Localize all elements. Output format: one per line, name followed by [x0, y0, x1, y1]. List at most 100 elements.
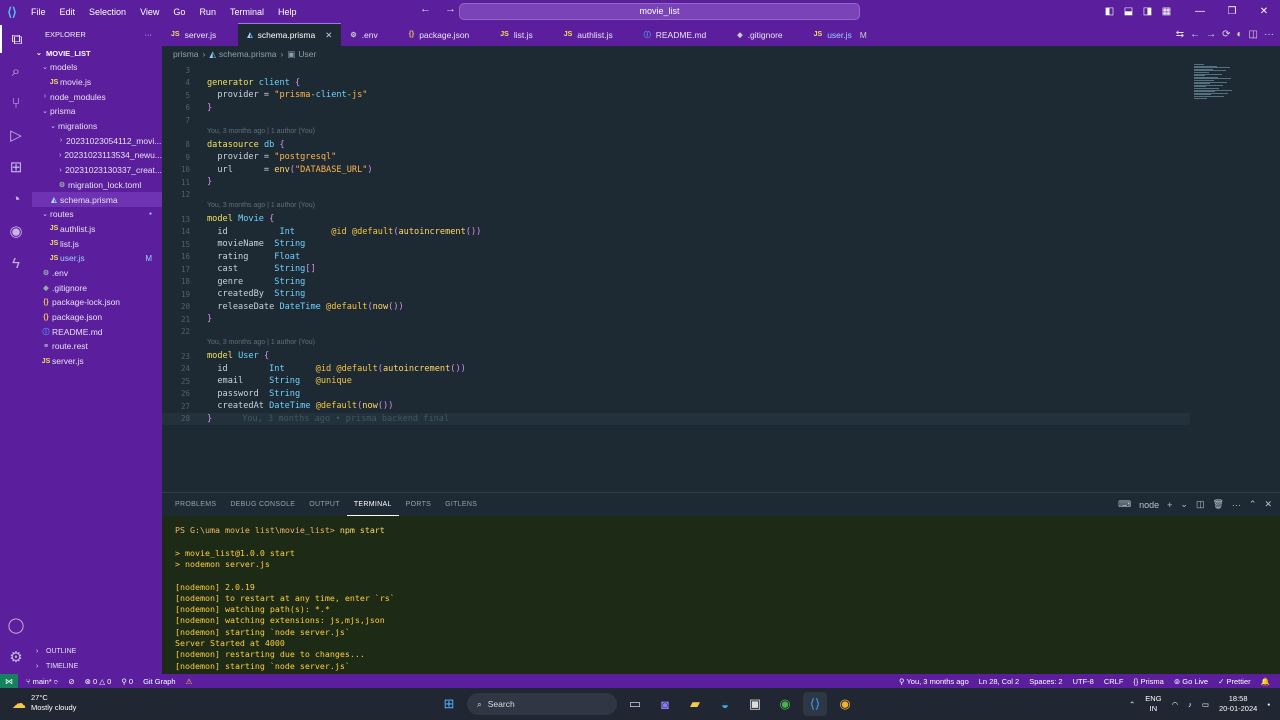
- file-item[interactable]: JS server.js: [32, 354, 162, 369]
- tab-schema-prisma[interactable]: ◭ schema.prisma ✕: [238, 23, 342, 46]
- problems-status[interactable]: ⊗ 0 △ 0: [85, 677, 112, 686]
- file-item[interactable]: ◭ schema.prisma: [32, 192, 162, 207]
- codelens-blame[interactable]: You, 3 months ago | 1 author (You): [207, 202, 315, 213]
- battery-icon[interactable]: ▭: [1202, 700, 1209, 709]
- extensions-icon[interactable]: ⊞: [0, 153, 32, 181]
- forward-arrow-icon[interactable]: →: [445, 3, 456, 15]
- file-item[interactable]: JS movie.js: [32, 75, 162, 90]
- account-icon[interactable]: ◯: [0, 611, 32, 639]
- codelens-blame[interactable]: You, 3 months ago | 1 author (You): [207, 339, 315, 350]
- menu-item-selection[interactable]: Selection: [82, 7, 133, 17]
- close-panel-icon[interactable]: ✕: [1264, 499, 1272, 510]
- menu-item-view[interactable]: View: [133, 7, 166, 17]
- customize-layout-icon[interactable]: ▦: [1157, 6, 1176, 17]
- more-actions-icon[interactable]: ···: [1264, 29, 1274, 40]
- toggle-sidebar-icon[interactable]: ◧: [1100, 6, 1119, 17]
- more-actions-icon[interactable]: ···: [1232, 500, 1241, 510]
- code-line[interactable]: 8 datasource db {: [162, 139, 284, 152]
- file-item[interactable]: ⓘ README.md: [32, 324, 162, 339]
- split-editor-icon[interactable]: ◫: [1249, 29, 1258, 40]
- menu-item-edit[interactable]: Edit: [53, 7, 83, 17]
- open-changes-icon[interactable]: ◐: [1237, 29, 1243, 40]
- folder-item[interactable]: ⌄ routes ●: [32, 207, 162, 222]
- code-line[interactable]: 3: [162, 64, 190, 77]
- breadcrumb-item[interactable]: User: [298, 49, 316, 59]
- tab-gitignore[interactable]: ◆ .gitignore: [728, 23, 804, 46]
- command-center-search[interactable]: movie_list: [459, 3, 860, 20]
- back-arrow-icon[interactable]: ←: [420, 3, 431, 15]
- folder-item[interactable]: ⌄ models: [32, 60, 162, 75]
- weather-widget[interactable]: ☁ 27°C Mostly cloudy: [12, 693, 76, 713]
- compare-icon[interactable]: ⇆: [1176, 29, 1184, 40]
- terminal-name[interactable]: node: [1139, 500, 1159, 510]
- vscode-taskbar-icon[interactable]: ⟨⟩: [803, 692, 827, 716]
- code-line[interactable]: 20 releaseDate DateTime @default(now()): [162, 301, 404, 314]
- code-line[interactable]: 24 id Int @id @default(autoincrement()): [162, 363, 466, 376]
- code-line[interactable]: 10 url = env("DATABASE_URL"): [162, 164, 373, 177]
- split-terminal-icon[interactable]: ◫: [1196, 499, 1205, 510]
- code-line[interactable]: 28} You, 3 months ago • prisma backend fi…: [162, 412, 1190, 426]
- thunder-client-icon[interactable]: ϟ: [0, 249, 32, 277]
- file-item[interactable]: ◆ .gitignore: [32, 280, 162, 295]
- code-line[interactable]: 6}: [162, 102, 212, 115]
- settings-gear-icon[interactable]: ⚙: [0, 643, 32, 671]
- notifications-bell-icon[interactable]: 🔔: [1261, 677, 1270, 686]
- outline-section[interactable]: › OUTLINE: [32, 644, 162, 658]
- code-line[interactable]: 9 provider = "postgresql": [162, 151, 336, 164]
- code-line[interactable]: 21}: [162, 313, 212, 326]
- panel-tab-output[interactable]: OUTPUT: [302, 493, 347, 516]
- taskbar-search[interactable]: ⌕ Search: [467, 693, 617, 715]
- code-line[interactable]: 26 password String: [162, 388, 300, 401]
- volume-icon[interactable]: ♪: [1188, 700, 1192, 709]
- file-item[interactable]: {} package.json: [32, 310, 162, 325]
- panel-tab-debug-console[interactable]: DEBUG CONSOLE: [223, 493, 302, 516]
- clock[interactable]: 18:58 20-01-2024: [1219, 694, 1257, 714]
- go-live-button[interactable]: ⊚ Go Live: [1174, 677, 1208, 686]
- file-item[interactable]: JS authlist.js: [32, 222, 162, 237]
- toggle-secondary-sidebar-icon[interactable]: ◨: [1138, 6, 1157, 17]
- code-line[interactable]: 14 id Int @id @default(autoincrement()): [162, 226, 481, 239]
- code-line[interactable]: 27 createdAt DateTime @default(now()): [162, 400, 393, 413]
- tab-server-js[interactable]: JS server.js: [162, 23, 238, 46]
- code-line[interactable]: 11}: [162, 176, 212, 189]
- code-line[interactable]: 18 genre String: [162, 276, 305, 289]
- close-window-icon[interactable]: ✕: [1248, 6, 1280, 17]
- prettier-status[interactable]: ✓ Prettier: [1218, 677, 1251, 686]
- language-indicator[interactable]: ENG IN: [1145, 694, 1161, 714]
- remote-explorer-icon[interactable]: ◉: [0, 217, 32, 245]
- close-tab-icon[interactable]: ✕: [325, 30, 332, 41]
- terminal-output[interactable]: PS G:\uma movie list\movie_list> npm sta…: [162, 516, 1280, 675]
- code-line[interactable]: 12: [162, 189, 190, 202]
- maximize-panel-icon[interactable]: ⌃: [1249, 499, 1257, 510]
- file-item[interactable]: ≡ route.rest: [32, 339, 162, 354]
- codelens-blame[interactable]: You, 3 months ago | 1 author (You): [207, 128, 315, 139]
- menu-item-go[interactable]: Go: [166, 7, 192, 17]
- file-item[interactable]: {} package-lock.json: [32, 295, 162, 310]
- chevron-up-icon[interactable]: ⌃: [1129, 700, 1135, 709]
- code-line[interactable]: 25 email String @unique: [162, 375, 352, 388]
- line-ending[interactable]: CRLF: [1104, 677, 1124, 686]
- remote-indicator-icon[interactable]: ⋈: [0, 674, 18, 688]
- notification-center-icon[interactable]: ▪: [1267, 700, 1270, 709]
- code-line[interactable]: 16 rating Float: [162, 251, 300, 264]
- encoding[interactable]: UTF-8: [1073, 677, 1094, 686]
- history-icon[interactable]: ⟳: [1222, 29, 1230, 40]
- code-line[interactable]: 15 movieName String: [162, 238, 305, 251]
- menu-item-file[interactable]: File: [24, 7, 53, 17]
- file-explorer-icon[interactable]: ▰: [683, 692, 707, 716]
- panel-tab-ports[interactable]: PORTS: [399, 493, 439, 516]
- search-icon[interactable]: ⌕: [0, 57, 32, 85]
- panel-tab-problems[interactable]: PROBLEMS: [168, 493, 223, 516]
- code-line[interactable]: 7: [162, 114, 190, 127]
- file-item[interactable]: ⚙ .env: [32, 266, 162, 281]
- cursor-position[interactable]: Ln 28, Col 2: [979, 677, 1019, 686]
- file-item[interactable]: ⚙ migration_lock.toml: [32, 178, 162, 193]
- panel-tab-gitlens[interactable]: GITLENS: [438, 493, 484, 516]
- windows-start-icon[interactable]: ⊞: [437, 692, 461, 716]
- back-icon[interactable]: ←: [1190, 29, 1200, 40]
- tab-env[interactable]: ⚙ .env: [341, 23, 399, 46]
- sync-icon[interactable]: ⊘: [68, 677, 74, 686]
- explorer-icon[interactable]: ⧉: [0, 25, 32, 53]
- workspace-root[interactable]: ⌄ MOVIE_LIST: [32, 46, 162, 60]
- blame-status[interactable]: ⚲ You, 3 months ago: [899, 677, 969, 686]
